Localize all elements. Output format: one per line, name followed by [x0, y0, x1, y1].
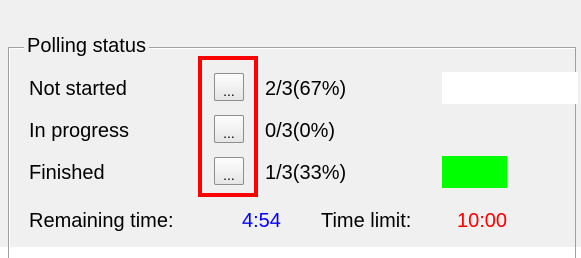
finished-count: 1/3(33%) [265, 162, 347, 184]
finished-progress-bar [442, 156, 578, 188]
not-started-progress-bar [442, 72, 578, 104]
in-progress-progress-bar [442, 114, 578, 146]
row-label-not-started: Not started [29, 78, 127, 100]
time-limit-label: Time limit: [321, 210, 412, 232]
not-started-count: 2/3(67%) [265, 78, 347, 100]
row-label-in-progress: In progress [29, 120, 130, 142]
group-title: Polling status [24, 34, 149, 58]
row-label-finished: Finished [29, 162, 105, 184]
not-started-progress-fill [442, 72, 578, 104]
time-limit-value: 10:00 [457, 210, 508, 232]
highlight-annotation [198, 56, 258, 197]
remaining-time-value: 4:54 [242, 210, 281, 232]
remaining-time-label: Remaining time: [29, 210, 174, 232]
polling-status-panel: Polling status Not started ... 2/3(67%) … [0, 0, 581, 258]
in-progress-count: 0/3(0%) [265, 120, 336, 142]
finished-progress-fill [442, 156, 508, 188]
